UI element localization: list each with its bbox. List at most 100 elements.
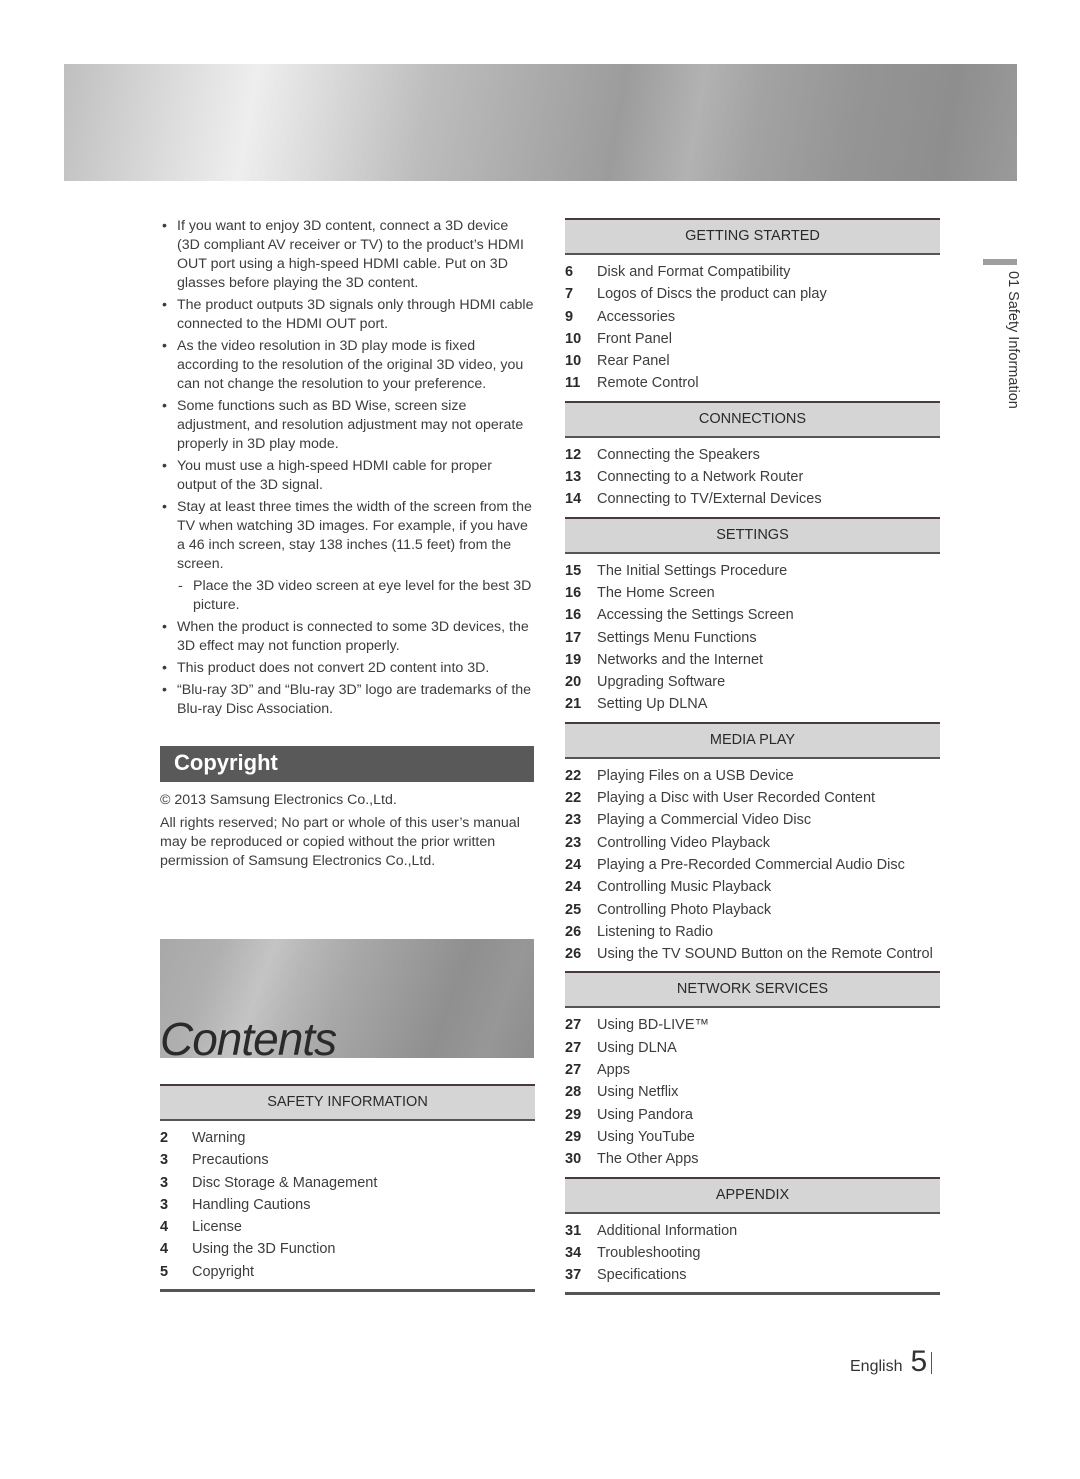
toc-entry-title: The Initial Settings Procedure xyxy=(597,562,788,579)
toc-page-number: 21 xyxy=(565,696,582,713)
toc-entry[interactable]: 26 Listening to Radio xyxy=(565,921,940,943)
toc-page-number: 9 xyxy=(565,308,574,325)
toc-entry-title: Troubleshooting xyxy=(597,1244,701,1261)
toc-entry[interactable]: 28 Using Netflix xyxy=(565,1081,940,1103)
toc-entry[interactable]: 10 Front Panel xyxy=(565,328,940,350)
toc-entry-title: Accessories xyxy=(597,308,676,325)
toc-page-number: 24 xyxy=(565,879,582,896)
copyright-notice: All rights reserved; No part or whole of… xyxy=(160,815,520,869)
toc-page-number: 24 xyxy=(565,856,582,873)
toc-entry[interactable]: 14 Connecting to TV/External Devices xyxy=(565,488,940,510)
toc-entry[interactable]: 3 Precautions xyxy=(160,1149,535,1171)
toc-page-number: 3 xyxy=(160,1152,169,1169)
toc-entry[interactable]: 29 Using YouTube xyxy=(565,1126,940,1148)
toc-section-heading: NETWORK SERVICES xyxy=(565,971,940,1009)
toc-entry[interactable]: 10 Rear Panel xyxy=(565,350,940,372)
toc-entry-title: Using YouTube xyxy=(597,1128,695,1145)
toc-entry[interactable]: 6 Disk and Format Compatibility xyxy=(565,261,940,283)
toc-list: 22 Playing Files on a USB Device 22 Playing… xyxy=(565,759,940,972)
toc-entry[interactable]: 7 Logos of Discs the product can play xyxy=(565,283,940,305)
toc-entry[interactable]: 23 Playing a Commercial Video Disc xyxy=(565,809,940,831)
toc-entry[interactable]: 24 Playing a Pre-Recorded Commercial Audi… xyxy=(565,854,940,876)
copyright-text: © 2013 Samsung Electronics Co.,Ltd. All … xyxy=(160,791,536,875)
toc-entry[interactable]: 16 The Home Screen xyxy=(565,582,940,604)
toc-entry-title: Apps xyxy=(597,1062,631,1079)
toc-list: 15 The Initial Settings Procedure 16 The Ho… xyxy=(565,554,940,722)
toc-entry[interactable]: 24 Controlling Music Playback xyxy=(565,876,940,898)
toc-entry[interactable]: 21 Setting Up DLNA xyxy=(565,693,940,715)
toc-page-number: 5 xyxy=(160,1263,169,1280)
toc-entry-title: Rear Panel xyxy=(597,353,670,370)
toc-list: 6 Disk and Format Compatibility 7 Logos of … xyxy=(565,255,940,401)
toc-page-number: 26 xyxy=(565,946,582,963)
toc-entry[interactable]: 12 Connecting the Speakers xyxy=(565,444,940,466)
chapter-side-tab: 01 Safety Information xyxy=(983,259,1021,409)
toc-entry[interactable]: 4 Using the 3D Function xyxy=(160,1238,535,1260)
toc-entry[interactable]: 11 Remote Control xyxy=(565,372,940,394)
toc-entry[interactable]: 3 Handling Cautions xyxy=(160,1194,535,1216)
bullet-marker: • xyxy=(162,338,167,354)
bullet-marker: • xyxy=(162,218,167,234)
toc-entry[interactable]: 17 Settings Menu Functions xyxy=(565,627,940,649)
toc-entry[interactable]: 27 Using DLNA xyxy=(565,1037,940,1059)
toc-entry[interactable]: 25 Controlling Photo Playback xyxy=(565,899,940,921)
toc-entry[interactable]: 37 Specifications xyxy=(565,1264,940,1286)
toc-entry[interactable]: 20 Upgrading Software xyxy=(565,671,940,693)
toc-page-number: 6 xyxy=(565,264,574,280)
toc-entry[interactable]: 34 Troubleshooting xyxy=(565,1242,940,1264)
toc-entry[interactable]: 16 Accessing the Settings Screen xyxy=(565,604,940,626)
toc-entry[interactable]: 19 Networks and the Internet xyxy=(565,649,940,671)
toc-entry[interactable]: 29 Using Pandora xyxy=(565,1104,940,1126)
toc-entry[interactable]: 2 Warning xyxy=(160,1127,535,1149)
toc-page-number: 4 xyxy=(160,1241,169,1258)
toc-entry[interactable]: 15 The Initial Settings Procedure xyxy=(565,560,940,582)
toc-entry[interactable]: 22 Playing a Disc with User Recorded Cont… xyxy=(565,787,940,809)
toc-entry[interactable]: 4 License xyxy=(160,1216,535,1238)
toc-entry[interactable]: 5 Copyright xyxy=(160,1261,535,1283)
toc-entry-title: Precautions xyxy=(192,1152,269,1169)
toc-entry[interactable]: 27 Apps xyxy=(565,1059,940,1081)
toc-page-number: 29 xyxy=(565,1106,582,1123)
toc-page-number: 4 xyxy=(160,1219,169,1236)
bullet-marker: • xyxy=(162,499,167,515)
toc-page-number: 29 xyxy=(565,1128,582,1145)
toc-page-number: 27 xyxy=(565,1039,582,1056)
toc-entry[interactable]: 3 Disc Storage & Management xyxy=(160,1172,535,1194)
toc-page-number: 7 xyxy=(565,286,574,303)
toc-entry-title: Connecting to TV/External Devices xyxy=(597,491,822,508)
toc-page-number: 23 xyxy=(565,812,582,829)
toc-entry[interactable]: 22 Playing Files on a USB Device xyxy=(565,765,940,787)
toc-entry-title: Using Pandora xyxy=(597,1106,693,1123)
toc-page-number: 27 xyxy=(565,1062,582,1079)
bullet-text: Some functions such as BD Wise, screen s… xyxy=(177,398,524,452)
toc-entry[interactable]: 27 Using BD-LIVE™ xyxy=(565,1014,940,1036)
toc-entry-title: Logos of Discs the product can play xyxy=(597,286,827,303)
toc-entry[interactable]: 30 The Other Apps xyxy=(565,1148,940,1170)
toc-entry[interactable]: 26 Using the TV SOUND Button on the Remot… xyxy=(565,943,940,965)
toc-entry[interactable]: 13 Connecting to a Network Router xyxy=(565,466,940,488)
chapter-tab-label: 01 Safety Information xyxy=(1005,271,1021,409)
toc-entry[interactable]: 31 Additional Information xyxy=(565,1220,940,1242)
toc-page-number: 14 xyxy=(565,491,582,508)
toc-entry-title: Specifications xyxy=(597,1267,687,1284)
sub-bullet-item: - Place the 3D video screen at eye level … xyxy=(160,577,535,615)
bullet-marker: • xyxy=(162,458,167,474)
toc-page-number: 22 xyxy=(565,767,582,784)
toc-page-number: 13 xyxy=(565,469,582,486)
toc-page-number: 25 xyxy=(565,901,582,918)
toc-list: 12 Connecting the Speakers 13 Connecting to… xyxy=(565,438,940,517)
toc-entry-title: Upgrading Software xyxy=(597,674,726,691)
toc-entry[interactable]: 9 Accessories xyxy=(565,306,940,328)
toc-entry-title: Using the TV SOUND Button on the Remote … xyxy=(597,946,933,963)
toc-page-number: 10 xyxy=(565,330,582,347)
toc-entry-title: Connecting the Speakers xyxy=(597,446,760,463)
toc-page-number: 16 xyxy=(565,607,582,624)
toc-entry[interactable]: 23 Controlling Video Playback xyxy=(565,832,940,854)
toc-entry-title: Playing a Commercial Video Disc xyxy=(597,812,812,829)
bullet-text: The product outputs 3D signals only thro… xyxy=(177,297,534,332)
toc-page-number: 3 xyxy=(160,1174,169,1191)
toc-page-number: 19 xyxy=(565,651,582,668)
copyright-heading-bar: Copyright xyxy=(160,746,534,782)
toc-entry-title: Connecting to a Network Router xyxy=(597,469,804,486)
page-footer: English 5 xyxy=(850,1347,933,1377)
